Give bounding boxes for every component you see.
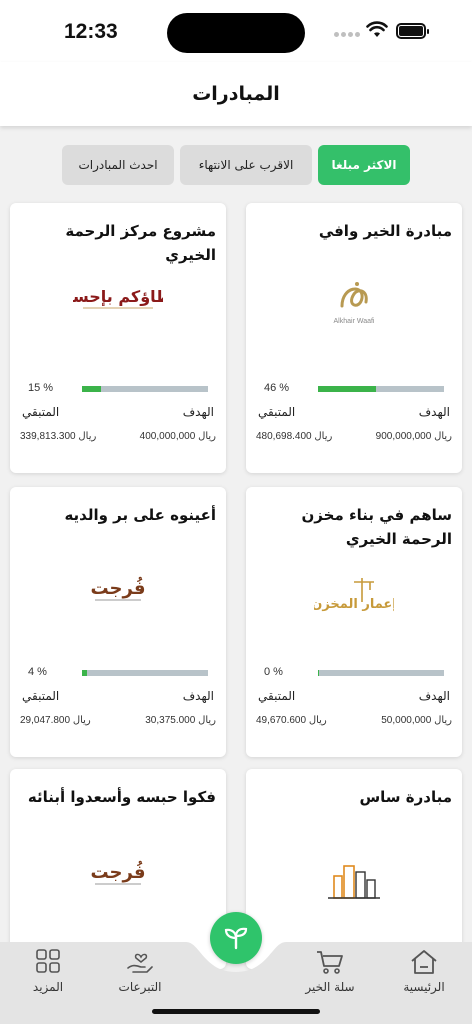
goal-value: 30,375.000 ريال bbox=[145, 715, 216, 726]
plant-fab-button[interactable] bbox=[210, 912, 262, 964]
nav-cart-label: سلة الخير bbox=[305, 980, 355, 994]
initiative-card[interactable]: ساهم في بناء مخزن الرحمة الخيري إعمار ال… bbox=[246, 487, 462, 757]
filter-nearest-end[interactable]: الاقرب على الانتهاء bbox=[180, 145, 312, 185]
svg-text:Alkhair Waafi: Alkhair Waafi bbox=[334, 318, 375, 325]
progress-row: 15 % bbox=[22, 382, 214, 397]
donation-hand-icon bbox=[127, 953, 153, 973]
furijat-logo: فُرجت bbox=[10, 841, 226, 907]
nav-home-label: الرئيسية bbox=[403, 980, 445, 994]
progress-bar bbox=[82, 386, 208, 392]
progress-percent: 0 % bbox=[264, 666, 283, 678]
status-time: 12:33 bbox=[64, 20, 118, 43]
progress-percent: 46 % bbox=[264, 382, 290, 394]
card-title: مشروع مركز الرحمة الخيري bbox=[65, 222, 216, 264]
nav-more-label: المزيد bbox=[32, 980, 64, 994]
remaining-value: 339,813.300 ريال bbox=[20, 431, 97, 442]
filter-newest[interactable]: احدث المبادرات bbox=[62, 145, 174, 185]
svg-text:فُرجت: فُرجت bbox=[90, 859, 145, 883]
nav-donations-label: التبرعات bbox=[118, 980, 162, 994]
progress-fill bbox=[82, 386, 101, 392]
filter-most-amount[interactable]: الاكثر مبلغا bbox=[318, 145, 410, 185]
remaining-label: المتبقي bbox=[258, 689, 296, 703]
card-title: مبادرة الخير وافي bbox=[318, 222, 452, 240]
furijat-logo: فُرجت bbox=[10, 557, 226, 623]
remaining-label: المتبقي bbox=[258, 405, 296, 419]
alkhair-waafi-logo: Alkhair Waafi bbox=[246, 269, 462, 335]
goal-label: الهدف bbox=[418, 689, 450, 703]
progress-row: 0 % bbox=[258, 666, 450, 681]
filter-tabs: الاكثر مبلغا الاقرب على الانتهاء احدث ال… bbox=[0, 145, 472, 185]
svg-text:إعمار المخزن: إعمار المخزن bbox=[314, 597, 394, 612]
progress-bar bbox=[318, 670, 444, 676]
battery-icon bbox=[396, 23, 429, 39]
remaining-value: 49,670.600 ريال bbox=[256, 715, 327, 726]
nav-donations[interactable]: التبرعات bbox=[100, 948, 180, 994]
progress-fill bbox=[318, 670, 319, 676]
nav-home[interactable]: الرئيسية bbox=[384, 948, 464, 994]
nav-more[interactable]: المزيد bbox=[8, 948, 88, 994]
page-header: المبادرات bbox=[0, 62, 472, 126]
page-title: المبادرات bbox=[192, 83, 280, 105]
emar-almakhzan-logo: إعمار المخزن bbox=[246, 561, 462, 627]
remaining-label: المتبقي bbox=[22, 405, 60, 419]
sprout-icon bbox=[224, 927, 248, 950]
goal-value: 400,000,000 ريال bbox=[139, 431, 216, 442]
svg-text:عطاؤكم بإحسان: عطاؤكم بإحسان bbox=[73, 287, 163, 306]
home-indicator bbox=[152, 1009, 320, 1014]
goal-label: الهدف bbox=[182, 405, 214, 419]
ataukum-logo: عطاؤكم بإحسان bbox=[10, 269, 226, 335]
signal-icon bbox=[334, 32, 360, 37]
wifi-icon bbox=[366, 21, 388, 37]
grid-icon bbox=[36, 949, 60, 973]
card-title: فكوا حبسه وأسعدوا أبنائه bbox=[27, 788, 216, 806]
card-title: أعينوه على بر والديه bbox=[64, 506, 216, 524]
cart-icon bbox=[317, 951, 343, 974]
nav-cart[interactable]: سلة الخير bbox=[290, 948, 370, 994]
svg-text:فُرجت: فُرجت bbox=[90, 575, 145, 599]
goal-label: الهدف bbox=[418, 405, 450, 419]
initiative-card[interactable]: مبادرة الخير وافي Alkhair Waafi 46 % اله… bbox=[246, 203, 462, 473]
remaining-value: 480,698.400 ريال bbox=[256, 431, 333, 442]
progress-percent: 15 % bbox=[28, 382, 54, 394]
progress-bar bbox=[82, 670, 208, 676]
progress-fill bbox=[82, 670, 88, 676]
progress-bar bbox=[318, 386, 444, 392]
card-title: مبادرة ساس bbox=[359, 788, 452, 806]
progress-row: 4 % bbox=[22, 666, 214, 681]
progress-fill bbox=[318, 386, 376, 392]
card-title: ساهم في بناء مخزن الرحمة الخيري bbox=[301, 506, 453, 548]
buildings-logo bbox=[246, 849, 462, 915]
goal-value: 50,000,000 ريال bbox=[381, 715, 452, 726]
initiative-card[interactable]: فكوا حبسه وأسعدوا أبنائه فُرجت bbox=[10, 769, 226, 969]
dynamic-island bbox=[167, 13, 305, 53]
progress-percent: 4 % bbox=[28, 666, 47, 678]
initiative-card[interactable]: أعينوه على بر والديه فُرجت 4 % الهدف الم… bbox=[10, 487, 226, 757]
goal-label: الهدف bbox=[182, 689, 214, 703]
remaining-label: المتبقي bbox=[22, 689, 60, 703]
initiative-card[interactable]: مشروع مركز الرحمة الخيري عطاؤكم بإحسان 1… bbox=[10, 203, 226, 473]
initiative-card[interactable]: مبادرة ساس bbox=[246, 769, 462, 969]
remaining-value: 29,047.800 ريال bbox=[20, 715, 91, 726]
progress-row: 46 % bbox=[258, 382, 450, 397]
goal-value: 900,000,000 ريال bbox=[375, 431, 452, 442]
home-icon bbox=[411, 950, 437, 974]
status-bar: 12:33 bbox=[0, 0, 472, 62]
